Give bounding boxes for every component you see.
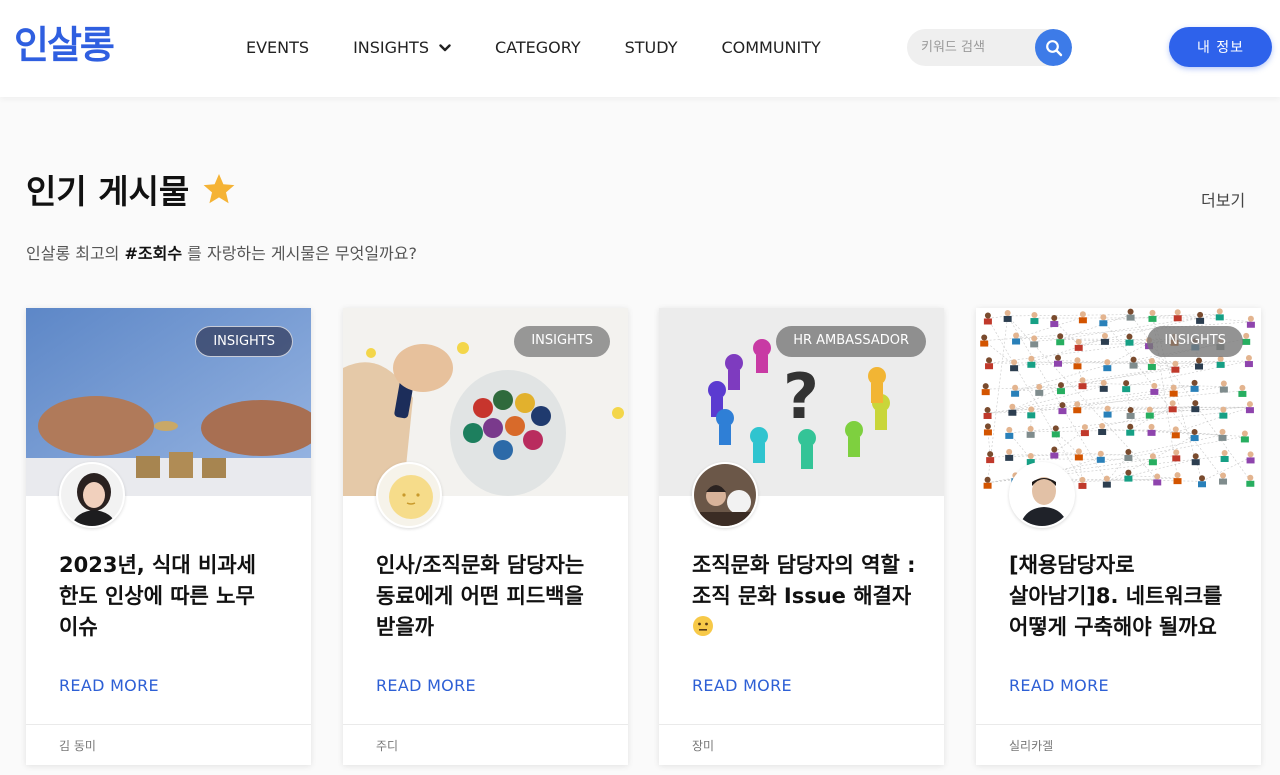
author-avatar <box>1009 462 1075 528</box>
post-card[interactable]: INSIGHTS 인사/조직문화 담당자는 동료에게 어떤 피드백을 받을까 R… <box>343 308 628 765</box>
star-icon <box>203 174 235 204</box>
site-logo[interactable]: 인살롱 <box>14 20 115 70</box>
card-divider <box>976 724 1261 725</box>
section-heading: 인기 게시물 <box>26 165 237 213</box>
section-subtitle: 인살롱 최고의 #조회수 를 자랑하는 게시물은 무엇일까요? <box>26 240 417 264</box>
author-avatar <box>59 462 125 528</box>
category-badge: INSIGHTS <box>195 326 293 357</box>
author-name: 실리카겔 <box>1009 739 1054 753</box>
post-title: 2023년, 식대 비과세 한도 인상에 따른 노무 이슈 <box>59 553 256 639</box>
post-thumbnail: ? HR AMBASSADOR <box>659 308 944 496</box>
nav-insights[interactable]: INSIGHTS <box>353 36 451 60</box>
post-card[interactable]: INSIGHTS [채용담당자로 살아남기]8. 네트워크를 어떻게 구축해야 … <box>976 308 1261 765</box>
read-more-link[interactable]: READ MORE <box>1009 676 1109 695</box>
post-card[interactable]: ? HR AMBASSADOR 조직문화 담당자의 역할 : 조직 문화 Iss… <box>659 308 944 765</box>
post-thumbnail: INSIGHTS <box>976 308 1261 496</box>
nav-study[interactable]: STUDY <box>625 36 678 60</box>
post-title-text: 조직문화 담당자의 역할 : 조직 문화 Issue 해결자 <box>692 553 916 608</box>
post-card[interactable]: INSIGHTS 2023년, 식대 비과세 한도 인상에 따른 노무 이슈 R… <box>26 308 311 765</box>
author-name: 주디 <box>376 739 399 753</box>
search-icon <box>1045 39 1062 56</box>
subtitle-hashtag: #조회수 <box>124 244 183 263</box>
post-title: 인사/조직문화 담당자는 동료에게 어떤 피드백을 받을까 <box>376 553 585 639</box>
post-title: [채용담당자로 살아남기]8. 네트워크를 어떻게 구축해야 될까요 <box>1009 553 1223 639</box>
card-divider <box>659 724 944 725</box>
read-more-link[interactable]: READ MORE <box>376 676 476 695</box>
main-nav: EVENTS INSIGHTS CATEGORY STUDY COMMUNITY <box>246 36 865 60</box>
search-button[interactable] <box>1035 29 1072 66</box>
nav-community[interactable]: COMMUNITY <box>721 36 820 60</box>
author-name: 김 동미 <box>59 739 96 753</box>
post-title: 조직문화 담당자의 역할 : 조직 문화 Issue 해결자 <box>692 550 922 643</box>
category-badge: INSIGHTS <box>514 326 610 357</box>
neutral-face-emoji-icon <box>693 616 713 636</box>
subtitle-text-after: 를 자랑하는 게시물은 무엇일까요? <box>182 244 417 263</box>
svg-text:?: ? <box>783 360 819 433</box>
category-badge: HR AMBASSADOR <box>776 326 926 357</box>
chevron-down-icon <box>439 44 451 52</box>
post-thumbnail: INSIGHTS <box>26 308 311 496</box>
author-avatar <box>376 462 442 528</box>
read-more-link[interactable]: READ MORE <box>59 676 159 695</box>
subtitle-text-before: 인살롱 최고의 <box>26 244 125 263</box>
nav-events[interactable]: EVENTS <box>246 36 309 60</box>
post-thumbnail: INSIGHTS <box>343 308 628 496</box>
site-header: 인살롱 EVENTS INSIGHTS CATEGORY STUDY COMMU… <box>0 0 1280 97</box>
category-badge: INSIGHTS <box>1147 326 1243 357</box>
section-title: 인기 게시물 <box>26 172 190 211</box>
nav-insights-label: INSIGHTS <box>353 38 429 57</box>
nav-category[interactable]: CATEGORY <box>495 36 581 60</box>
author-avatar <box>692 462 758 528</box>
search-box <box>907 29 1072 66</box>
read-more-link[interactable]: READ MORE <box>692 676 792 695</box>
card-divider <box>343 724 628 725</box>
author-name: 장미 <box>692 739 715 753</box>
search-input[interactable] <box>907 29 1035 66</box>
more-link[interactable]: 더보기 <box>1201 187 1245 211</box>
card-divider <box>26 724 311 725</box>
my-info-button[interactable]: 내 정보 <box>1169 27 1272 67</box>
